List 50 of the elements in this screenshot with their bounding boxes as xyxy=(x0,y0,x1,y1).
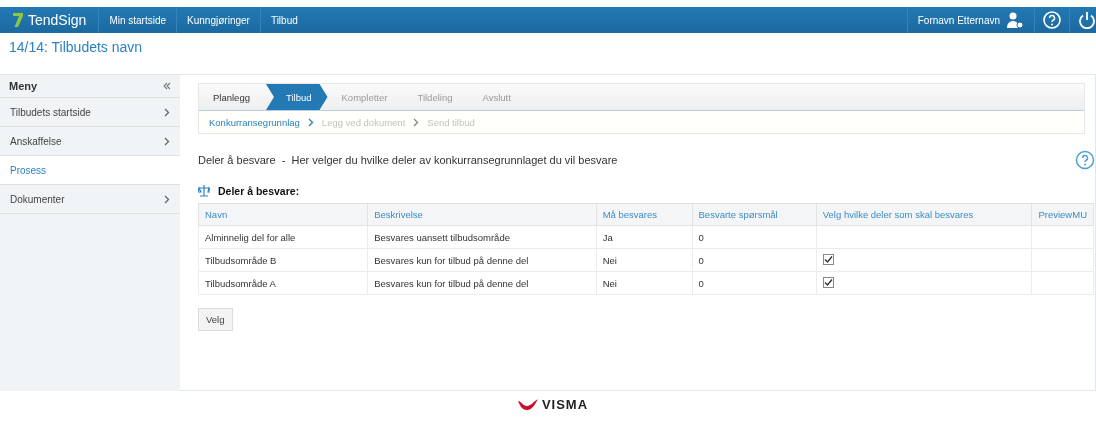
page-title: 14/14: Tilbudets navn xyxy=(8,38,144,57)
swoosh-icon xyxy=(517,398,538,411)
nav-link[interactable]: Kunngjøringer xyxy=(176,7,260,33)
table-cell: Besvares kun for tilbud på denne del xyxy=(367,248,597,272)
chevron-icon xyxy=(413,117,420,127)
scale-icon xyxy=(198,184,210,197)
table-cell: 0 xyxy=(692,248,817,272)
table-cell: 0 xyxy=(692,225,817,249)
sidebar-item-label: Tilbudets startside xyxy=(10,106,91,118)
column-header: Besvarte spørsmål xyxy=(692,203,817,226)
select-button[interactable]: Velg xyxy=(198,308,233,331)
table-cell: Ja xyxy=(596,225,692,249)
nav-link[interactable]: Tilbud xyxy=(259,7,308,33)
table-cell: Besvares kun for tilbud på denne del xyxy=(367,271,597,295)
table-title: Deler å besvare: xyxy=(218,184,300,197)
table-cell: 0 xyxy=(692,271,817,295)
chevron-icon xyxy=(307,117,314,127)
menu-title: Meny xyxy=(9,80,38,92)
user-settings-icon[interactable] xyxy=(1006,12,1024,28)
checkbox[interactable] xyxy=(822,277,834,288)
collapse-icon[interactable] xyxy=(163,82,171,90)
sidebar-item[interactable]: Prosess xyxy=(0,156,180,185)
column-header: Beskrivelse xyxy=(367,203,597,226)
column-header: Velg hvilke deler som skal besvares xyxy=(816,203,1032,226)
process-step[interactable]: Planlegg xyxy=(199,84,266,110)
table-cell: Tilbudsområde B xyxy=(198,248,368,272)
table-cell: Alminnelig del for alle xyxy=(198,225,368,249)
section-heading: Deler å besvare - Her velger du hvilke deler av konkurransegrunnlaget du vil besvare xyxy=(198,154,618,166)
sidebar-item[interactable]: Tilbudets startside xyxy=(0,98,180,127)
brand-name[interactable]: TendSign xyxy=(28,12,87,28)
column-header: Navn xyxy=(198,203,368,226)
table-cell: Besvares uansett tilbudsområde xyxy=(367,225,597,249)
sub-step-link[interactable]: Konkurransegrunnlag xyxy=(209,116,300,128)
process-step[interactable]: Tilbud xyxy=(266,84,328,110)
sidebar-item-label: Dokumenter xyxy=(10,193,65,205)
column-header: Må besvares xyxy=(596,203,692,226)
help-icon[interactable] xyxy=(1075,150,1095,170)
table-cell: Tilbudsområde A xyxy=(198,271,368,295)
user-name[interactable]: Fornavn Etternavn xyxy=(917,14,1000,26)
sidebar-item-label: Prosess xyxy=(10,164,47,176)
table-cell: Nei xyxy=(596,248,692,272)
checkbox[interactable] xyxy=(822,254,834,265)
column-header: PreviewMU xyxy=(1031,203,1094,226)
logo-icon xyxy=(13,13,23,27)
sidebar-item-label: Anskaffelse xyxy=(10,135,62,147)
power-icon[interactable] xyxy=(1078,11,1096,29)
footer-brand: VISMA xyxy=(541,397,589,412)
table-cell: Nei xyxy=(596,271,692,295)
sidebar-item[interactable]: Dokumenter xyxy=(0,185,180,214)
nav-link[interactable]: Min startside xyxy=(98,7,177,33)
